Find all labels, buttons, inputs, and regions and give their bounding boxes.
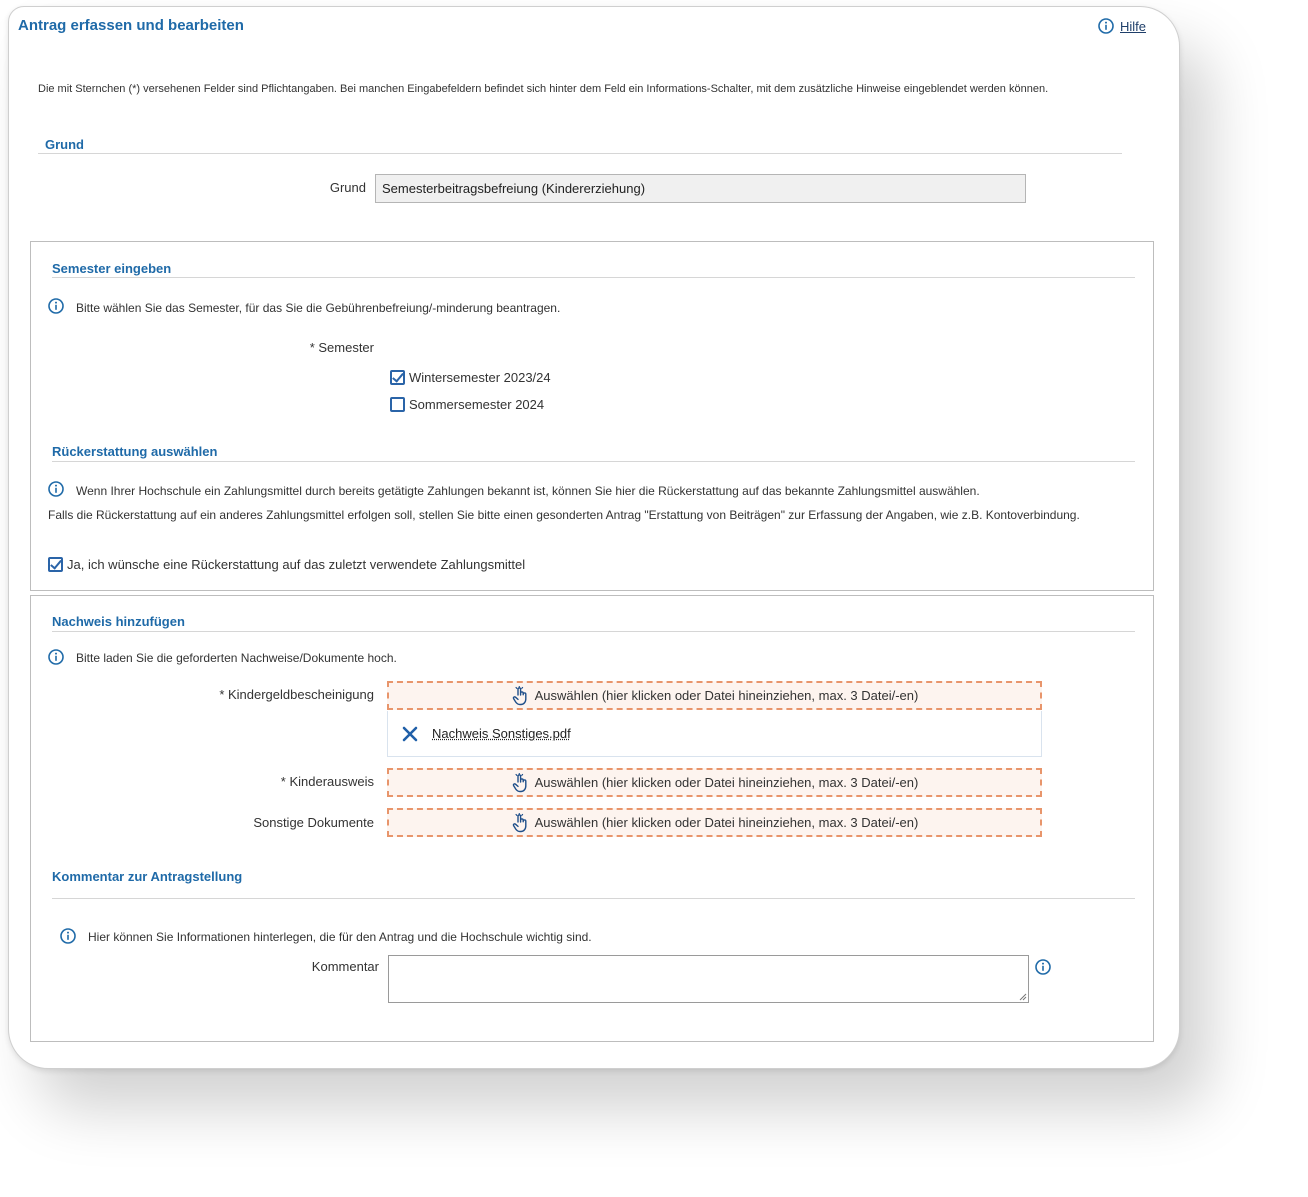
section-heading-refund: Rückerstattung auswählen	[52, 444, 218, 459]
dropzone-sonstige[interactable]: Auswählen (hier klicken oder Datei hinei…	[387, 808, 1042, 837]
dropzone-text: Auswählen (hier klicken oder Datei hinei…	[534, 688, 919, 703]
info-icon[interactable]	[48, 649, 64, 665]
section-heading-comment: Kommentar zur Antragstellung	[52, 869, 243, 884]
grund-field: Semesterbeitragsbefreiung (Kindererziehu…	[375, 174, 1026, 203]
info-icon[interactable]	[60, 928, 76, 944]
help-label[interactable]: Hilfe	[1120, 19, 1146, 34]
refund-info: Wenn Ihrer Hochschule ein Zahlungsmittel…	[48, 480, 980, 498]
dropzone-text: Auswählen (hier klicken oder Datei hinei…	[534, 775, 919, 790]
semester-option-label: Sommersemester 2024	[409, 397, 545, 412]
close-icon[interactable]	[402, 726, 418, 742]
divider	[52, 898, 1135, 899]
checkbox-refund[interactable]	[48, 557, 63, 572]
resize-grip-icon[interactable]	[1018, 992, 1027, 1001]
section-heading-proof: Nachweis hinzufügen	[52, 614, 185, 629]
section-heading-semester: Semester eingeben	[52, 261, 172, 276]
semester-option-label: Wintersemester 2023/24	[409, 370, 551, 385]
uploaded-file-name[interactable]: Nachweis Sonstiges.pdf	[432, 726, 571, 741]
page-title: Antrag erfassen und bearbeiten	[18, 17, 244, 34]
info-icon[interactable]	[48, 298, 64, 314]
dropzone-kindergeld[interactable]: Auswählen (hier klicken oder Datei hinei…	[387, 681, 1042, 710]
divider	[52, 461, 1135, 462]
refund-option[interactable]: Ja, ich wünsche eine Rückerstattung auf …	[48, 557, 525, 572]
refund-info-text: Wenn Ihrer Hochschule ein Zahlungsmittel…	[76, 484, 980, 498]
comment-label: Kommentar	[311, 959, 379, 974]
semester-info-text: Bitte wählen Sie das Semester, für das S…	[76, 301, 561, 315]
semester-option-winter[interactable]: Wintersemester 2023/24	[390, 370, 551, 385]
upload-label-kindergeld: * Kindergeldbescheinigung	[219, 687, 374, 702]
divider	[52, 277, 1135, 278]
intro-text: Die mit Sternchen (*) versehenen Felder …	[38, 83, 1049, 95]
semester-info: Bitte wählen Sie das Semester, für das S…	[48, 297, 560, 315]
comment-textarea[interactable]	[388, 955, 1029, 1003]
comment-info-text: Hier können Sie Informationen hinterlege…	[88, 930, 592, 944]
hand-pointer-icon	[512, 685, 527, 705]
help-link[interactable]: Hilfe	[1098, 18, 1146, 34]
hand-pointer-icon	[512, 772, 527, 792]
checkbox-winter[interactable]	[390, 370, 405, 385]
refund-note: Falls die Rückerstattung auf ein anderes…	[48, 508, 1080, 522]
uploaded-file-row: Nachweis Sonstiges.pdf	[387, 711, 1042, 757]
semester-label: * Semester	[309, 340, 374, 355]
semester-refund-box	[30, 241, 1154, 591]
comment-info: Hier können Sie Informationen hinterlege…	[60, 928, 592, 944]
dropzone-kinderausweis[interactable]: Auswählen (hier klicken oder Datei hinei…	[387, 768, 1042, 797]
info-icon	[1098, 18, 1114, 34]
dropzone-text: Auswählen (hier klicken oder Datei hinei…	[534, 815, 919, 830]
checkbox-summer[interactable]	[390, 397, 405, 412]
upload-label-kinderausweis: * Kinderausweis	[280, 774, 374, 789]
hand-pointer-icon	[512, 812, 527, 832]
proof-info: Bitte laden Sie die geforderten Nachweis…	[48, 649, 397, 665]
divider	[52, 631, 1135, 632]
section-heading-grund: Grund	[45, 137, 84, 152]
info-icon[interactable]	[1035, 959, 1051, 975]
divider	[38, 153, 1122, 154]
semester-option-summer[interactable]: Sommersemester 2024	[390, 397, 544, 412]
upload-label-sonstige: Sonstige Dokumente	[253, 815, 374, 830]
refund-checkbox-label: Ja, ich wünsche eine Rückerstattung auf …	[67, 557, 526, 572]
grund-label: Grund	[329, 180, 366, 195]
info-icon[interactable]	[48, 481, 64, 497]
proof-info-text: Bitte laden Sie die geforderten Nachweis…	[76, 651, 397, 665]
